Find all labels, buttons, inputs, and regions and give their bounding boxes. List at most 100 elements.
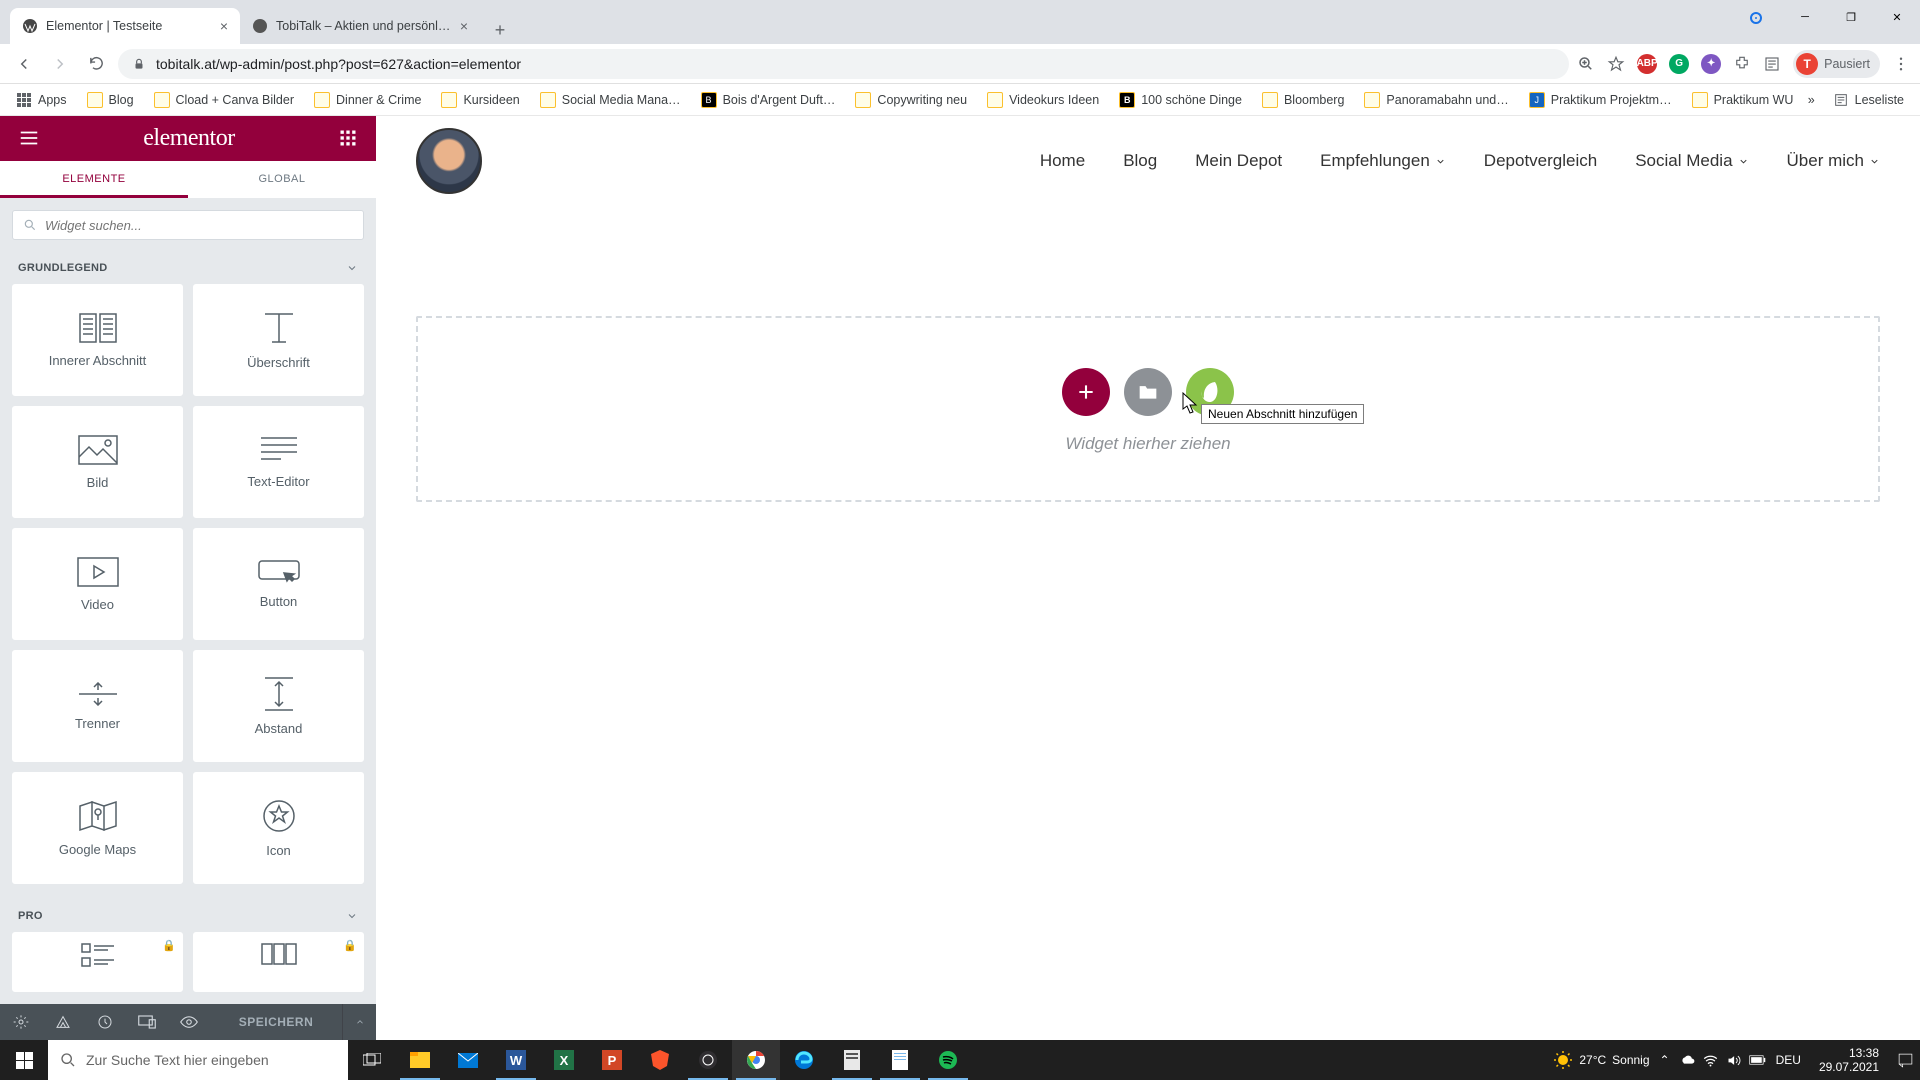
taskbar-search[interactable]: Zur Suche Text hier eingeben: [48, 1040, 348, 1080]
star-icon[interactable]: [1607, 55, 1625, 73]
browser-tab[interactable]: TobiTalk – Aktien und persönliche… ×: [240, 8, 480, 44]
preview-button[interactable]: [168, 1004, 210, 1040]
site-logo[interactable]: [416, 128, 482, 194]
taskbar-app-word[interactable]: W: [492, 1040, 540, 1080]
extensions-icon[interactable]: [1733, 55, 1751, 73]
window-maximize-button[interactable]: ❐: [1828, 0, 1874, 34]
add-section-button[interactable]: [1062, 368, 1110, 416]
taskbar-app-mail[interactable]: [444, 1040, 492, 1080]
bookmark-item[interactable]: B100 schöne Dinge: [1111, 88, 1250, 112]
bookmark-overflow-button[interactable]: »: [1808, 93, 1815, 107]
responsive-button[interactable]: [126, 1004, 168, 1040]
extension-abp-icon[interactable]: ABP: [1637, 54, 1657, 74]
tab-elements[interactable]: ELEMENTE: [0, 161, 188, 198]
drop-zone[interactable]: Widget hierher ziehen Neuen Abschnitt hi…: [416, 316, 1880, 502]
onedrive-icon[interactable]: [1680, 1053, 1695, 1068]
nav-item-home[interactable]: Home: [1040, 151, 1085, 171]
url-field[interactable]: tobitalk.at/wp-admin/post.php?post=627&a…: [118, 49, 1569, 79]
navigator-button[interactable]: [42, 1004, 84, 1040]
back-button[interactable]: [10, 50, 38, 78]
nav-item-social[interactable]: Social Media: [1635, 151, 1748, 171]
taskbar-app-explorer[interactable]: [396, 1040, 444, 1080]
language-indicator[interactable]: DEU: [1776, 1053, 1801, 1067]
bookmark-item[interactable]: Panoramabahn und…: [1356, 88, 1516, 112]
add-template-button[interactable]: [1124, 368, 1172, 416]
tray-chevron-icon[interactable]: ⌃: [1660, 1053, 1670, 1067]
history-button[interactable]: [84, 1004, 126, 1040]
category-pro[interactable]: PRO: [0, 896, 376, 932]
menu-dots-icon[interactable]: [1892, 55, 1910, 73]
browser-tab-active[interactable]: Elementor | Testseite ×: [10, 8, 240, 44]
nav-item-comparison[interactable]: Depotvergleich: [1484, 151, 1597, 171]
widget-pro-locked[interactable]: 🔒: [193, 932, 364, 992]
taskbar-app-edge[interactable]: [780, 1040, 828, 1080]
nav-item-recommendations[interactable]: Empfehlungen: [1320, 151, 1446, 171]
widget-image[interactable]: Bild: [12, 406, 183, 518]
volume-icon[interactable]: [1726, 1053, 1741, 1068]
widget-divider[interactable]: Trenner: [12, 650, 183, 762]
window-minimize-button[interactable]: ─: [1782, 0, 1828, 34]
widget-text-editor[interactable]: Text-Editor: [193, 406, 364, 518]
taskbar-app-powerpoint[interactable]: P: [588, 1040, 636, 1080]
widget-icon[interactable]: Icon: [193, 772, 364, 884]
nav-item-about[interactable]: Über mich: [1787, 151, 1880, 171]
close-icon[interactable]: ×: [460, 18, 468, 34]
apps-grid-icon[interactable]: [338, 128, 358, 148]
search-input[interactable]: [45, 218, 353, 233]
taskbar-app-chrome[interactable]: [732, 1040, 780, 1080]
widget-inner-section[interactable]: Innerer Abschnitt: [12, 284, 183, 396]
taskbar-app-reader[interactable]: [828, 1040, 876, 1080]
apps-button[interactable]: Apps: [8, 88, 75, 112]
nav-item-blog[interactable]: Blog: [1123, 151, 1157, 171]
reading-list-button[interactable]: Leseliste: [1825, 88, 1912, 112]
extension-grammarly-icon[interactable]: G: [1669, 54, 1689, 74]
save-button[interactable]: SPEICHERN: [210, 1015, 342, 1029]
window-close-button[interactable]: ✕: [1874, 0, 1920, 34]
bookmark-item[interactable]: Kursideen: [433, 88, 527, 112]
new-tab-button[interactable]: +: [486, 16, 514, 44]
bookmark-item[interactable]: Cload + Canva Bilder: [146, 88, 302, 112]
notifications-icon[interactable]: [1897, 1052, 1914, 1069]
settings-button[interactable]: [0, 1004, 42, 1040]
bookmark-item[interactable]: Dinner & Crime: [306, 88, 429, 112]
bookmark-item[interactable]: Praktikum WU: [1684, 88, 1802, 112]
clock-time: 13:38: [1819, 1046, 1879, 1060]
bookmark-item[interactable]: Bloomberg: [1254, 88, 1352, 112]
close-icon[interactable]: ×: [220, 18, 228, 34]
bookmark-item[interactable]: Blog: [79, 88, 142, 112]
widget-spacer[interactable]: Abstand: [193, 650, 364, 762]
reading-list-icon[interactable]: [1763, 55, 1781, 73]
profile-chip[interactable]: T Pausiert: [1793, 50, 1880, 78]
save-options-button[interactable]: [342, 1004, 376, 1040]
start-button[interactable]: [0, 1040, 48, 1080]
category-basic[interactable]: GRUNDLEGEND: [0, 248, 376, 284]
taskbar-app-notepad[interactable]: [876, 1040, 924, 1080]
taskbar-clock[interactable]: 13:38 29.07.2021: [1811, 1046, 1887, 1075]
widget-google-maps[interactable]: Google Maps: [12, 772, 183, 884]
nav-item-depot[interactable]: Mein Depot: [1195, 151, 1282, 171]
bookmark-item[interactable]: Copywriting neu: [847, 88, 975, 112]
reload-button[interactable]: [82, 50, 110, 78]
taskbar-app-obs[interactable]: [684, 1040, 732, 1080]
widget-pro-locked[interactable]: 🔒: [12, 932, 183, 992]
task-view-button[interactable]: [348, 1040, 396, 1080]
widget-search[interactable]: [12, 210, 364, 240]
bookmark-item[interactable]: JPraktikum Projektm…: [1521, 88, 1680, 112]
weather-widget[interactable]: 27°C Sonnig: [1553, 1050, 1649, 1070]
forward-button[interactable]: [46, 50, 74, 78]
taskbar-app-excel[interactable]: X: [540, 1040, 588, 1080]
bookmark-item[interactable]: Social Media Mana…: [532, 88, 689, 112]
zoom-icon[interactable]: [1577, 55, 1595, 73]
bookmark-item[interactable]: BBois d'Argent Duft…: [693, 88, 844, 112]
hamburger-icon[interactable]: [18, 127, 40, 149]
taskbar-app-spotify[interactable]: [924, 1040, 972, 1080]
widget-heading[interactable]: Überschrift: [193, 284, 364, 396]
tab-global[interactable]: GLOBAL: [188, 161, 376, 198]
extension-icon[interactable]: ✦: [1701, 54, 1721, 74]
bookmark-item[interactable]: Videokurs Ideen: [979, 88, 1107, 112]
wifi-icon[interactable]: [1703, 1053, 1718, 1068]
widget-video[interactable]: Video: [12, 528, 183, 640]
widget-button[interactable]: Button: [193, 528, 364, 640]
battery-icon[interactable]: [1749, 1054, 1766, 1066]
taskbar-app-brave[interactable]: [636, 1040, 684, 1080]
